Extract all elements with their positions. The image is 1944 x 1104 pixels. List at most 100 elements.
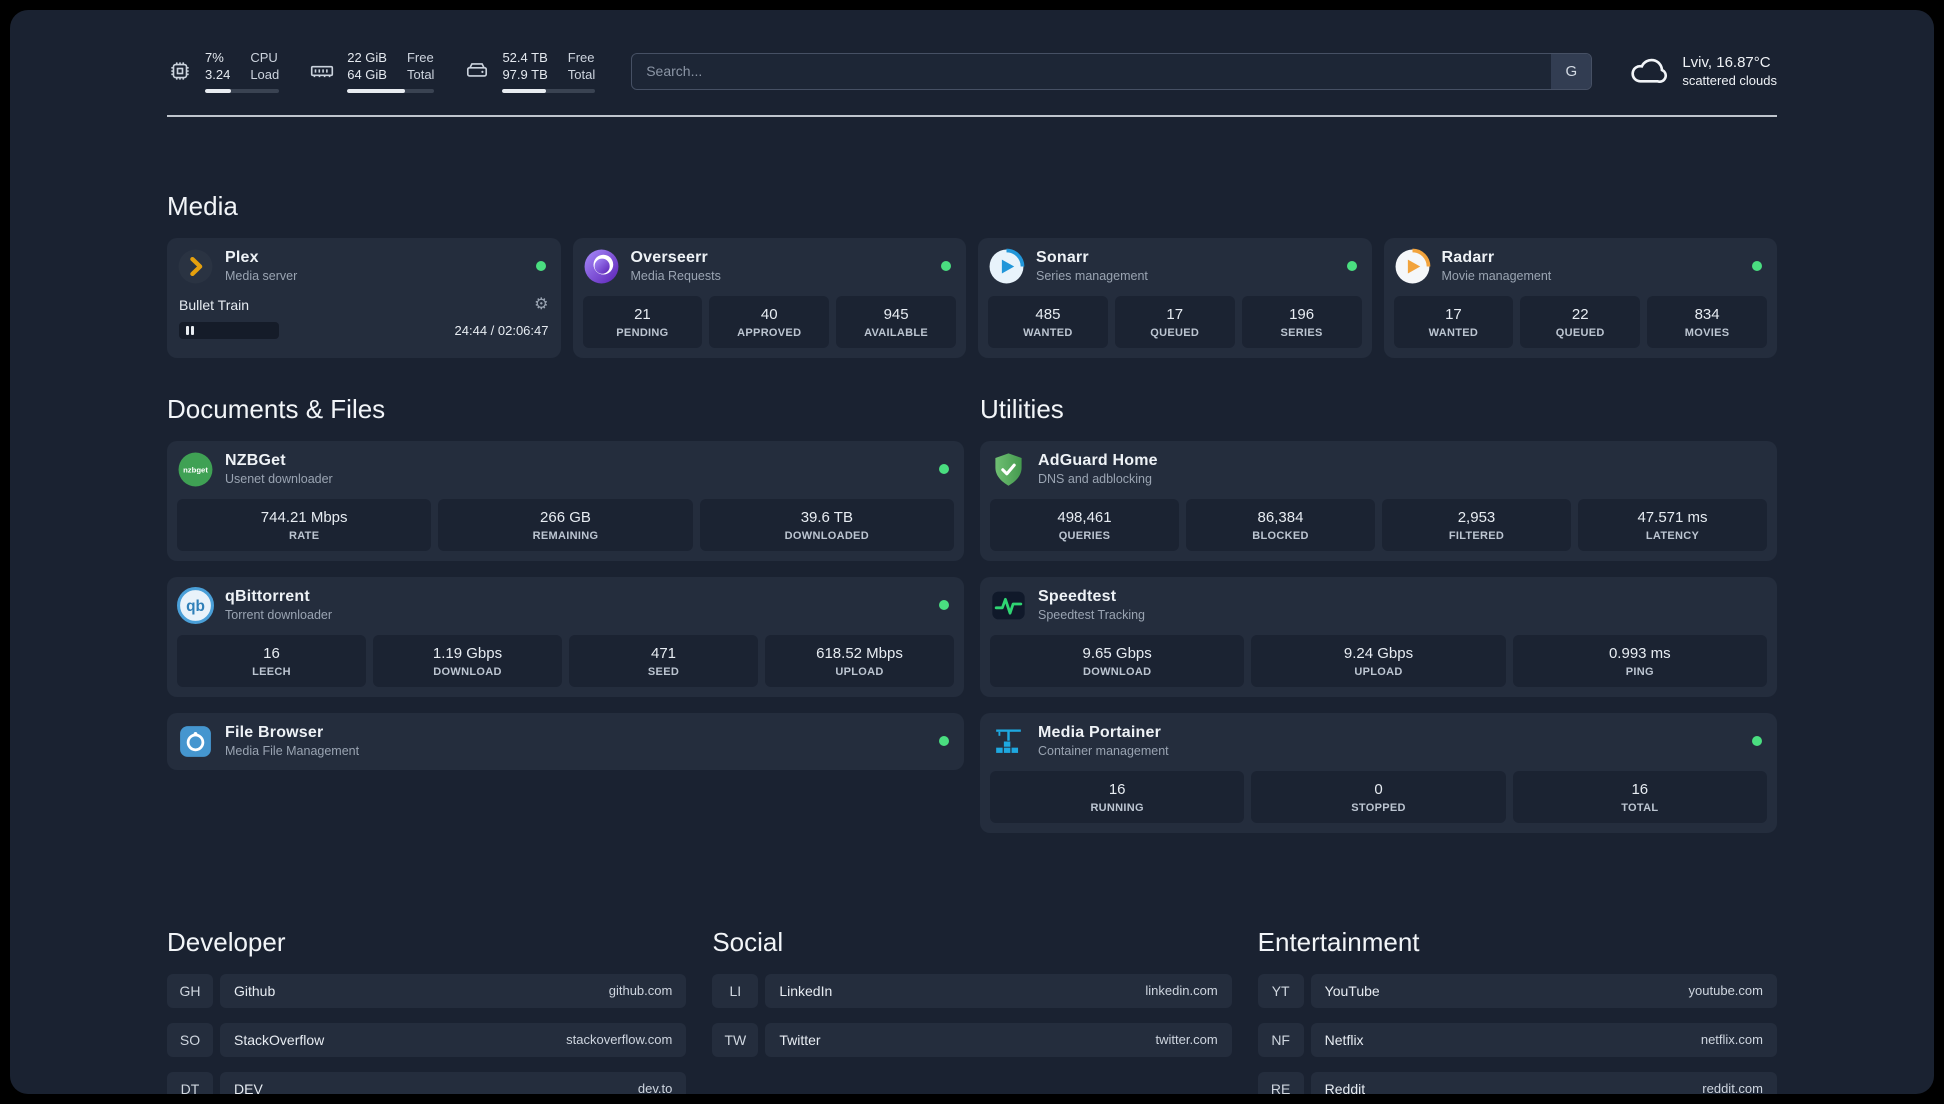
speedtest-icon bbox=[990, 587, 1027, 624]
app-subtitle: Media File Management bbox=[225, 744, 360, 759]
card-nzbget[interactable]: nzbget NZBGet Usenet downloader 744.21 M… bbox=[167, 440, 964, 561]
bookmark-linkedin[interactable]: LI LinkedIn linkedin.com bbox=[712, 973, 1232, 1008]
stat-box: 2,953 FILTERED bbox=[1382, 498, 1571, 551]
bookmark-youtube[interactable]: YT YouTube youtube.com bbox=[1257, 973, 1777, 1008]
app-subtitle: Usenet downloader bbox=[225, 472, 333, 487]
topbar-divider bbox=[167, 114, 1777, 117]
app-name: Radarr bbox=[1441, 249, 1495, 267]
status-dot bbox=[939, 736, 949, 747]
stat-box: 16 RUNNING bbox=[990, 770, 1245, 823]
card-filebrowser[interactable]: File Browser Media File Management bbox=[167, 712, 964, 770]
search-bar: G bbox=[631, 52, 1593, 90]
sonarr-icon bbox=[988, 248, 1025, 285]
app-name: Plex bbox=[225, 249, 259, 267]
search-provider-button[interactable]: G bbox=[1551, 53, 1592, 89]
app-subtitle: Series management bbox=[1036, 269, 1148, 284]
disk-free-value: 52.4 TB bbox=[502, 50, 548, 65]
svg-text:nzbget: nzbget bbox=[183, 465, 208, 474]
stat-box: 498,461 QUERIES bbox=[990, 498, 1179, 551]
stat-box: 744.21 Mbps RATE bbox=[177, 498, 432, 551]
memory-label-2: Total bbox=[406, 66, 435, 82]
bookmark-reddit[interactable]: RE Reddit reddit.com bbox=[1257, 1071, 1777, 1094]
bookmarks-grid: Developer GH Github github.com SO StackO… bbox=[167, 927, 1777, 1094]
stat-box: 17 QUEUED bbox=[1114, 295, 1235, 348]
weather-widget[interactable]: Lviv, 16.87°C scattered clouds bbox=[1628, 52, 1777, 91]
documents-column: Documents & Files nzbget NZBGet Usenet d… bbox=[167, 394, 964, 849]
stat-box: 618.52 Mbps UPLOAD bbox=[765, 634, 954, 687]
app-subtitle: Speedtest Tracking bbox=[1038, 608, 1146, 623]
status-dot bbox=[535, 261, 546, 272]
app-name: Overseerr bbox=[630, 249, 708, 267]
bookmarks-social: Social LI LinkedIn linkedin.com TW Twitt… bbox=[712, 926, 1232, 1094]
bookmark-stackoverflow[interactable]: SO StackOverflow stackoverflow.com bbox=[167, 1022, 687, 1057]
card-sonarr[interactable]: Sonarr Series management 485 WANTED 17 Q… bbox=[978, 237, 1372, 358]
card-plex[interactable]: Plex Media server Bullet Train ⚙ 24:44 /… bbox=[167, 237, 561, 358]
section-title-documents: Documents & Files bbox=[167, 393, 386, 424]
cpu-icon bbox=[167, 58, 193, 84]
gear-icon[interactable]: ⚙ bbox=[534, 296, 548, 313]
app-subtitle: DNS and adblocking bbox=[1038, 472, 1152, 487]
stat-box: 266 GB REMAINING bbox=[438, 498, 693, 551]
memory-label-1: Free bbox=[406, 50, 434, 65]
status-dot bbox=[1346, 261, 1357, 272]
stat-box: 471 SEED bbox=[569, 634, 758, 687]
stat-box: 485 WANTED bbox=[988, 295, 1108, 348]
stat-box: 0.993 ms PING bbox=[1512, 634, 1767, 687]
bookmark-netflix[interactable]: NF Netflix netflix.com bbox=[1257, 1022, 1777, 1057]
weather-location: Lviv, 16.87°C bbox=[1682, 54, 1771, 72]
app-name: File Browser bbox=[225, 724, 324, 742]
nzbget-icon: nzbget bbox=[177, 451, 214, 488]
filebrowser-icon bbox=[177, 723, 214, 760]
radarr-icon bbox=[1394, 248, 1431, 285]
cpu-label-1: CPU bbox=[250, 50, 278, 65]
section-title-social: Social bbox=[712, 926, 784, 957]
card-portainer[interactable]: Media Portainer Container management 16 … bbox=[980, 712, 1777, 833]
stat-box: 39.6 TB DOWNLOADED bbox=[699, 498, 954, 551]
stat-box: 22 QUEUED bbox=[1520, 295, 1641, 348]
app-name: AdGuard Home bbox=[1038, 452, 1158, 470]
section-title-entertainment: Entertainment bbox=[1257, 926, 1420, 957]
media-grid: Plex Media server Bullet Train ⚙ 24:44 /… bbox=[167, 237, 1777, 358]
cpu-load-value: 3.24 bbox=[205, 66, 231, 82]
search-input[interactable] bbox=[632, 53, 1552, 89]
disk-total-value: 97.9 TB bbox=[502, 66, 548, 82]
player-progress-bar[interactable] bbox=[179, 321, 279, 339]
top-bar: 7% 3.24 CPU Load 22 GiB 64 GiB Free Tota… bbox=[167, 50, 1777, 93]
status-dot bbox=[939, 600, 949, 611]
cpu-percent: 7% bbox=[205, 50, 224, 65]
memory-progress-fill bbox=[347, 88, 405, 93]
card-speedtest[interactable]: Speedtest Speedtest Tracking 9.65 Gbps D… bbox=[980, 576, 1777, 697]
app-name: qBittorrent bbox=[225, 588, 310, 606]
cpu-progress-track bbox=[205, 88, 280, 93]
memory-widget: 22 GiB 64 GiB Free Total bbox=[309, 50, 435, 93]
stat-box: 40 APPROVED bbox=[709, 295, 830, 348]
stat-box: 86,384 BLOCKED bbox=[1186, 498, 1375, 551]
middle-columns: Documents & Files nzbget NZBGet Usenet d… bbox=[167, 394, 1777, 849]
card-radarr[interactable]: Radarr Movie management 17 WANTED 22 QUE… bbox=[1383, 237, 1777, 358]
card-overseerr[interactable]: Overseerr Media Requests 21 PENDING 40 A… bbox=[572, 237, 966, 358]
dashboard-app: 7% 3.24 CPU Load 22 GiB 64 GiB Free Tota… bbox=[10, 10, 1934, 1094]
cloud-icon bbox=[1628, 52, 1670, 91]
disk-progress-track bbox=[502, 88, 596, 93]
stat-box: 9.65 Gbps DOWNLOAD bbox=[990, 634, 1245, 687]
disk-icon bbox=[464, 58, 490, 84]
bookmarks-entertainment: Entertainment YT YouTube youtube.com NF … bbox=[1257, 926, 1777, 1094]
stat-box: 16 LEECH bbox=[177, 634, 366, 687]
app-subtitle: Torrent downloader bbox=[225, 608, 333, 623]
disk-progress-fill bbox=[502, 88, 547, 93]
bookmark-dev[interactable]: DT DEV dev.to bbox=[167, 1071, 687, 1094]
bookmark-twitter[interactable]: TW Twitter twitter.com bbox=[712, 1022, 1232, 1057]
portainer-icon bbox=[990, 723, 1027, 760]
stat-box: 16 TOTAL bbox=[1512, 770, 1767, 823]
bookmark-github[interactable]: GH Github github.com bbox=[167, 973, 687, 1008]
card-qbittorrent[interactable]: qb qBittorrent Torrent downloader 16 LEE… bbox=[167, 576, 964, 697]
stat-box: 0 STOPPED bbox=[1251, 770, 1506, 823]
status-dot bbox=[1752, 261, 1762, 272]
disk-label-1: Free bbox=[567, 50, 595, 65]
status-dot bbox=[941, 261, 951, 272]
card-adguard[interactable]: AdGuard Home DNS and adblocking 498,461 … bbox=[980, 440, 1777, 561]
svg-text:qb: qb bbox=[186, 598, 205, 615]
app-name: Media Portainer bbox=[1038, 724, 1162, 742]
stat-box: 834 MOVIES bbox=[1647, 295, 1767, 348]
app-name: Sonarr bbox=[1036, 249, 1089, 267]
